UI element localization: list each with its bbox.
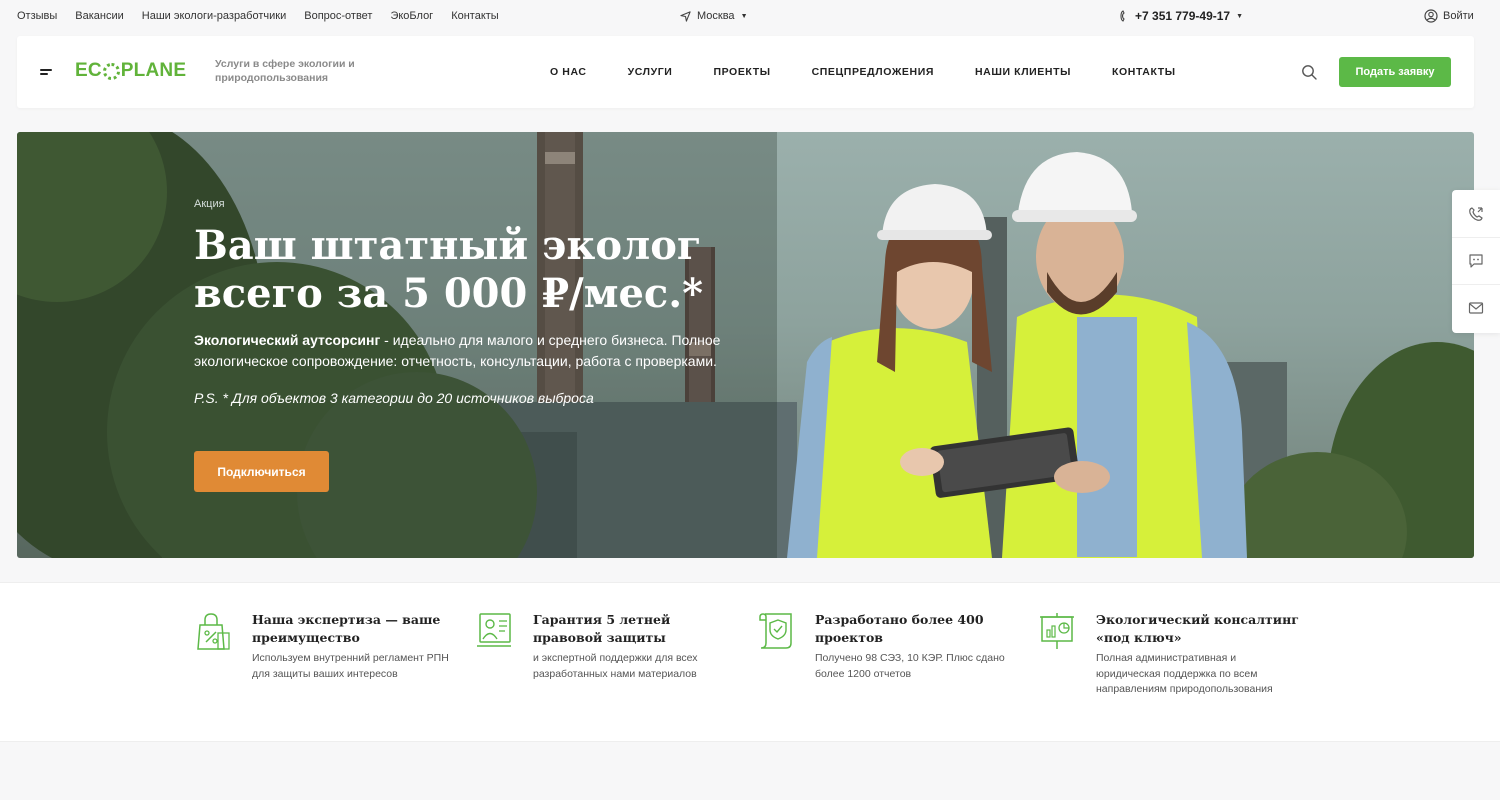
logo-globe-icon — [102, 62, 120, 80]
hero-label: Акция — [194, 198, 225, 210]
nav-item-about[interactable]: О НАС — [550, 66, 587, 78]
chevron-down-icon: ▼ — [740, 12, 748, 20]
feature-text: Получено 98 СЭЗ, 10 КЭР. Плюс сдано боле… — [815, 652, 1005, 680]
top-links: Отзывы Вакансии Наши экологи-разработчик… — [17, 10, 499, 22]
side-contact-widget — [1452, 190, 1500, 333]
menu-burger-icon[interactable] — [40, 69, 54, 77]
search-icon[interactable] — [1301, 64, 1317, 80]
nav-item-projects[interactable]: ПРОЕКТЫ — [713, 66, 770, 78]
shopping-bag-percent-icon — [197, 613, 230, 650]
feature-title: Гарантия 5 летней правовой защиты — [533, 612, 671, 645]
hero-note: P.S. * Для объектов 3 категории до 20 ис… — [194, 390, 594, 406]
login-label: Войти — [1443, 10, 1474, 22]
chat-button[interactable] — [1452, 237, 1500, 284]
mail-button[interactable] — [1452, 284, 1500, 331]
presentation-board-icon — [477, 613, 511, 647]
submit-request-button[interactable]: Подать заявку — [1339, 57, 1451, 87]
chevron-down-icon: ▼ — [1236, 12, 1244, 20]
top-utility-bar: Отзывы Вакансии Наши экологи-разработчик… — [0, 0, 1500, 34]
tagline: Услуги в сфере экологии и природопользов… — [215, 58, 355, 84]
main-header: EC PLANE Услуги в сфере экологии и природ… — [17, 36, 1474, 108]
features-section: Наша экспертиза — ваше преимущество Испо… — [0, 582, 1500, 742]
hero-desc-bold: Экологический аутсорсинг — [194, 332, 381, 348]
city-selector[interactable]: Москва ▼ — [680, 10, 748, 22]
phone-selector[interactable]: +7 351 779-49-17 ▼ — [1120, 9, 1243, 23]
nav-item-services[interactable]: УСЛУГИ — [628, 66, 673, 78]
feature-text: и экспертной поддержки для всех разработ… — [533, 652, 698, 680]
chat-bubble-icon — [1469, 254, 1483, 268]
phone-icon — [1120, 10, 1125, 22]
callback-phone-icon — [1469, 206, 1483, 221]
hero-title-line1: Ваш штатный эколог — [194, 222, 702, 269]
hero-banner: Акция Ваш штатный эколог всего за 5 000 … — [17, 132, 1474, 558]
top-link-vacancies[interactable]: Вакансии — [75, 10, 124, 22]
city-name: Москва — [697, 10, 735, 22]
nav-item-clients[interactable]: НАШИ КЛИЕНТЫ — [975, 66, 1071, 78]
logo-text-left: EC — [75, 60, 102, 81]
login-link[interactable]: Войти — [1424, 9, 1474, 23]
feature-title: Экологический консалтинг «под ключ» — [1096, 612, 1299, 645]
feature-title: Разработано более 400 проектов — [815, 612, 984, 645]
nav-item-offers[interactable]: СПЕЦПРЕДЛОЖЕНИЯ — [812, 66, 934, 78]
feature-title: Наша экспертиза — ваше преимущество — [252, 612, 441, 645]
nav-item-contacts[interactable]: КОНТАКТЫ — [1112, 66, 1176, 78]
logo-text-right: PLANE — [120, 60, 187, 81]
top-link-reviews[interactable]: Отзывы — [17, 10, 57, 22]
hero-title: Ваш штатный эколог всего за 5 000 ₽/мес.… — [194, 222, 754, 318]
hero-description: Экологический аутсорсинг - идеально для … — [194, 330, 774, 372]
feature-text: Используем внутренний регламент РПН для … — [252, 652, 449, 680]
connect-button[interactable]: Подключиться — [194, 451, 329, 492]
callback-button[interactable] — [1452, 190, 1500, 237]
phone-number: +7 351 779-49-17 — [1135, 9, 1231, 23]
top-link-contacts[interactable]: Контакты — [451, 10, 499, 22]
hero-title-line2: всего за 5 000 ₽/мес.* — [194, 270, 704, 317]
top-link-ecologists[interactable]: Наши экологи-разработчики — [142, 10, 286, 22]
chart-stand-icon — [1040, 613, 1074, 649]
certificate-shield-icon — [759, 613, 792, 649]
user-circle-icon — [1424, 9, 1438, 23]
mail-icon — [1468, 302, 1484, 314]
main-nav: О НАС УСЛУГИ ПРОЕКТЫ СПЕЦПРЕДЛОЖЕНИЯ НАШ… — [550, 66, 1176, 78]
top-link-blog[interactable]: ЭкоБлог — [390, 10, 433, 22]
logo[interactable]: EC PLANE — [75, 60, 186, 82]
feature-text: Полная административная и юридическая по… — [1096, 652, 1273, 695]
location-arrow-icon — [680, 10, 691, 22]
top-link-faq[interactable]: Вопрос-ответ — [304, 10, 372, 22]
